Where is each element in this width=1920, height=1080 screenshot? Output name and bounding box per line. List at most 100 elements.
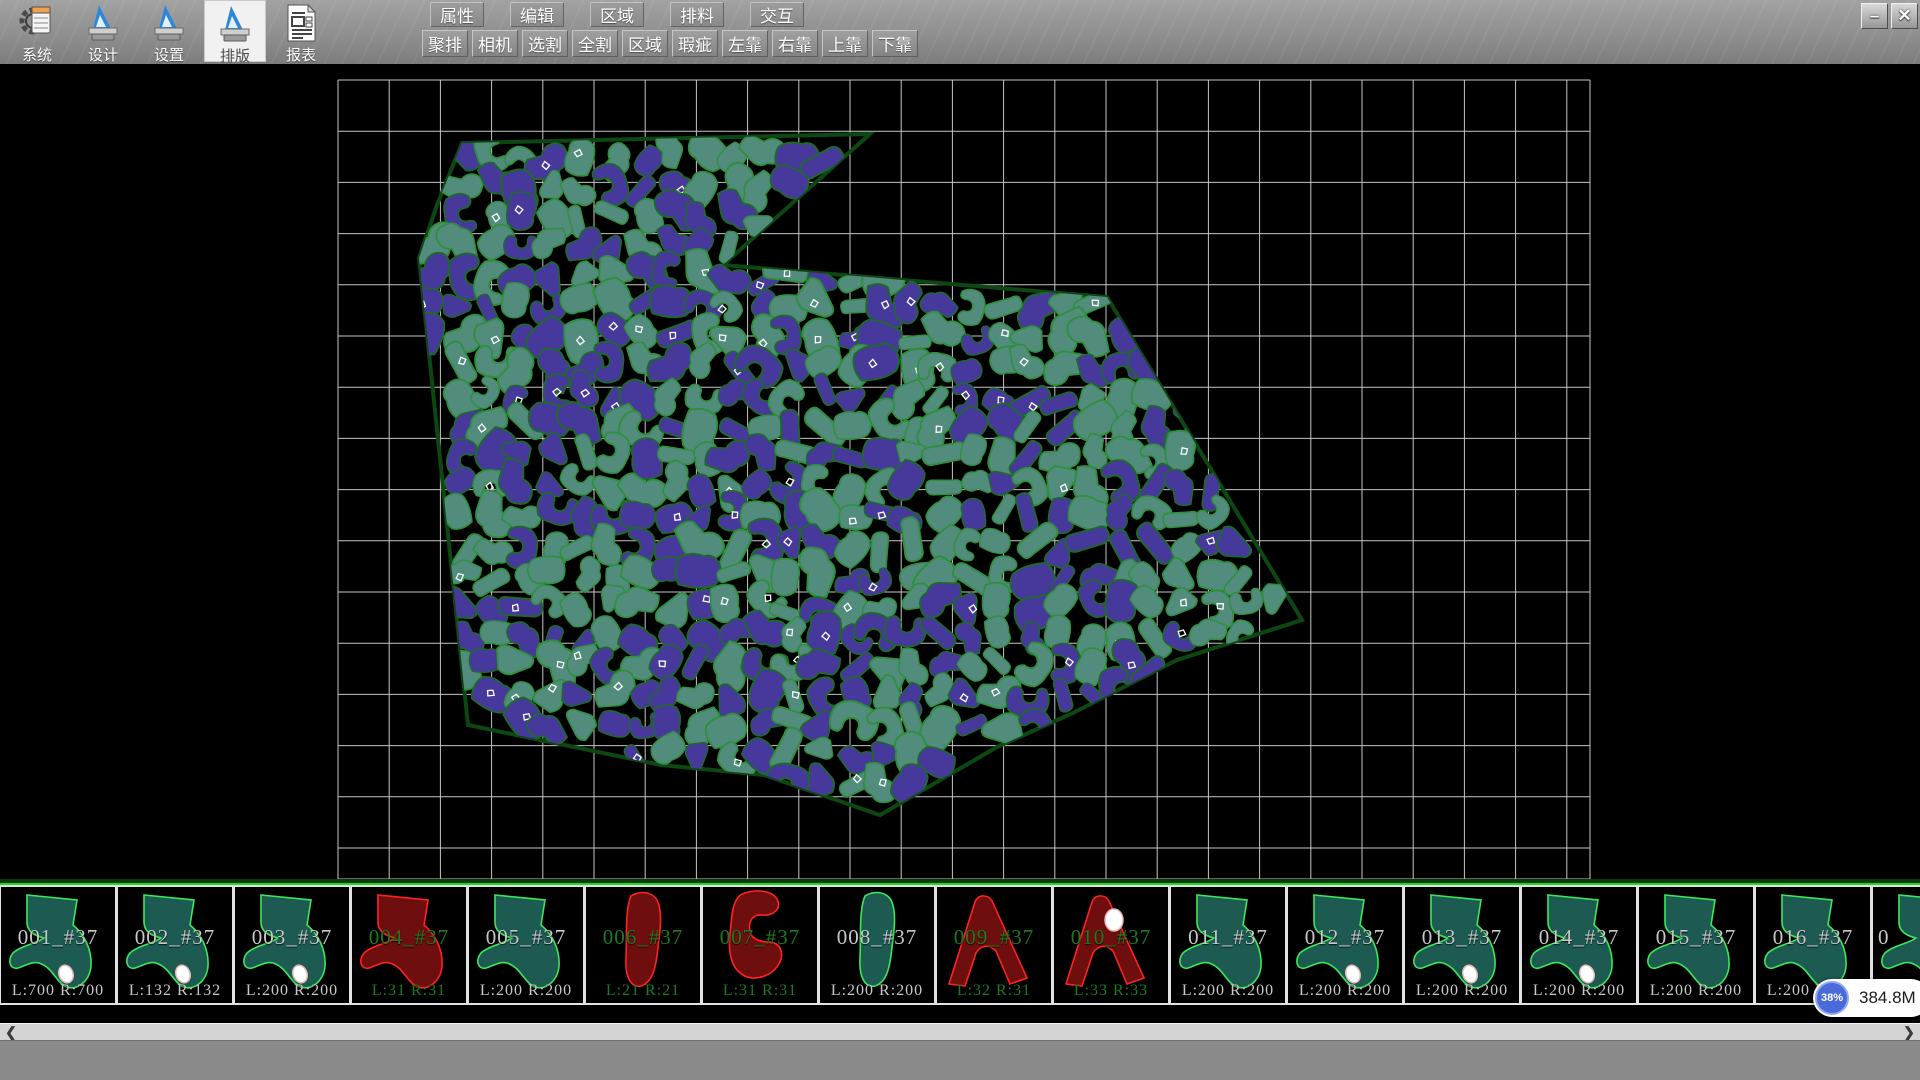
main-button-design[interactable]: 设计 (72, 0, 134, 62)
menu-tab-row: 属性 编辑 区域 排料 交互 (430, 2, 830, 28)
report-icon (283, 3, 319, 43)
pattern-shape-blob (820, 887, 934, 1003)
menu-tab-1[interactable]: 属性 (430, 2, 484, 27)
pattern-thumbnail-10[interactable]: 010_#37L:33 R:33 (1053, 885, 1170, 1005)
nested-piece[interactable] (956, 288, 987, 327)
pattern-shape-boot (469, 887, 583, 1003)
pattern-thumbnail-12[interactable]: 012_#37L:200 R:200 (1287, 885, 1404, 1005)
nested-piece[interactable] (1159, 583, 1199, 622)
pattern-shape-boot (1639, 887, 1753, 1003)
pattern-filmstrip: 001_#37L:700 R:700002_#37L:132 R:132003_… (0, 883, 1920, 1005)
nested-piece[interactable] (1165, 431, 1195, 471)
progress-percent-badge: 38% (1815, 981, 1849, 1015)
main-button-label: 排版 (220, 45, 250, 66)
menu-tab-5[interactable]: 交互 (750, 2, 804, 27)
memory-overlay: 38% 384.8M (1813, 979, 1920, 1017)
main-button-settings[interactable]: 设置 (138, 0, 200, 62)
nested-piece[interactable] (771, 558, 800, 596)
nesting-canvas[interactable] (0, 64, 1920, 883)
nested-piece[interactable] (558, 680, 594, 710)
tool-button-10[interactable]: 下靠 (872, 30, 918, 57)
pattern-thumbnail-13[interactable]: 013_#37L:200 R:200 (1404, 885, 1521, 1005)
settings-icon (151, 3, 187, 43)
pattern-thumbnail-3[interactable]: 003_#37L:200 R:200 (234, 885, 351, 1005)
nested-piece[interactable] (646, 342, 694, 383)
tool-button-8[interactable]: 右靠 (772, 30, 818, 57)
scroll-left-icon[interactable]: ❮ (2, 1024, 20, 1041)
nested-pieces-group (405, 122, 1288, 809)
pattern-thumbnail-14[interactable]: 014_#37L:200 R:200 (1521, 885, 1638, 1005)
scroll-right-icon[interactable]: ❯ (1900, 1024, 1918, 1041)
nested-piece[interactable] (832, 409, 873, 442)
pattern-shape-ashape (937, 887, 1051, 1003)
nested-piece[interactable] (977, 526, 1012, 556)
pattern-shape-boot (1405, 887, 1519, 1003)
application-window: 系统 设计 设置 (0, 0, 1920, 1080)
main-button-label: 设计 (88, 44, 118, 65)
nested-piece[interactable] (1044, 676, 1082, 715)
nested-piece[interactable] (1162, 469, 1194, 506)
status-bar (0, 1040, 1920, 1080)
pattern-shape-blob (586, 887, 700, 1003)
tool-button-1[interactable]: 聚排 (422, 30, 468, 57)
nested-piece[interactable] (982, 583, 1010, 620)
pattern-shape-boot (1171, 887, 1285, 1003)
tool-button-3[interactable]: 选割 (522, 30, 568, 57)
nested-piece[interactable] (526, 554, 566, 586)
nested-piece[interactable] (805, 737, 834, 759)
tool-button-5[interactable]: 区域 (622, 30, 668, 57)
minimize-button[interactable]: – (1861, 3, 1888, 29)
nested-piece[interactable] (1136, 522, 1174, 564)
main-button-system[interactable]: 系统 (6, 0, 68, 62)
menu-tab-3[interactable]: 区域 (590, 2, 644, 27)
pattern-shape-boot (1, 887, 115, 1003)
horizontal-scrollbar[interactable]: ❮ ❯ (0, 1023, 1920, 1041)
close-button[interactable]: ✕ (1891, 3, 1918, 29)
pattern-shape-boot (235, 887, 349, 1003)
nested-piece[interactable] (982, 613, 1014, 650)
nesting-icon (217, 4, 253, 44)
nested-piece[interactable] (405, 251, 454, 294)
pattern-thumbnail-15[interactable]: 015_#37L:200 R:200 (1638, 885, 1755, 1005)
toolbar: 系统 设计 设置 (0, 0, 1920, 65)
pattern-thumbnail-9[interactable]: 009_#37L:32 R:31 (936, 885, 1053, 1005)
pattern-shape-cshape (703, 887, 817, 1003)
nesting-canvas-svg (0, 64, 1920, 883)
menu-tab-2[interactable]: 编辑 (510, 2, 564, 27)
pattern-shape-boot (352, 887, 466, 1003)
pattern-thumbnail-2[interactable]: 002_#37L:132 R:132 (117, 885, 234, 1005)
main-button-report[interactable]: 报表 (270, 0, 332, 62)
pattern-thumbnail-7[interactable]: 007_#37L:31 R:31 (702, 885, 819, 1005)
main-button-label: 报表 (286, 44, 316, 65)
main-button-nesting[interactable]: 排版 (204, 0, 266, 62)
tool-button-9[interactable]: 上靠 (822, 30, 868, 57)
pattern-thumbnail-5[interactable]: 005_#37L:200 R:200 (468, 885, 585, 1005)
nested-piece[interactable] (596, 709, 633, 740)
tool-button-4[interactable]: 全割 (572, 30, 618, 57)
pattern-shape-ashape (1054, 887, 1168, 1003)
pattern-thumbnail-4[interactable]: 004_#37L:31 R:31 (351, 885, 468, 1005)
tool-button-row: 聚排相机选割全割区域瑕疵左靠右靠上靠下靠 (422, 30, 922, 58)
nested-piece[interactable] (530, 227, 568, 260)
pattern-shape-boot (1522, 887, 1636, 1003)
nested-piece[interactable] (406, 287, 443, 315)
tool-button-7[interactable]: 左靠 (722, 30, 768, 57)
main-button-label: 设置 (154, 44, 184, 65)
pattern-thumbnail-8[interactable]: 008_#37L:200 R:200 (819, 885, 936, 1005)
pattern-shape-boot (1288, 887, 1402, 1003)
system-icon (19, 3, 55, 43)
main-button-label: 系统 (22, 44, 52, 65)
nested-piece[interactable] (954, 622, 982, 655)
design-icon (85, 3, 121, 43)
pattern-thumbnail-6[interactable]: 006_#37L:21 R:21 (585, 885, 702, 1005)
tool-button-6[interactable]: 瑕疵 (672, 30, 718, 57)
nested-piece[interactable] (675, 554, 721, 588)
nested-piece[interactable] (958, 496, 988, 532)
nested-piece[interactable] (830, 525, 875, 572)
memory-usage-label: 384.8M (1859, 988, 1916, 1008)
pattern-shape-boot (118, 887, 232, 1003)
tool-button-2[interactable]: 相机 (472, 30, 518, 57)
pattern-thumbnail-11[interactable]: 011_#37L:200 R:200 (1170, 885, 1287, 1005)
pattern-thumbnail-1[interactable]: 001_#37L:700 R:700 (0, 885, 117, 1005)
menu-tab-4[interactable]: 排料 (670, 2, 724, 27)
